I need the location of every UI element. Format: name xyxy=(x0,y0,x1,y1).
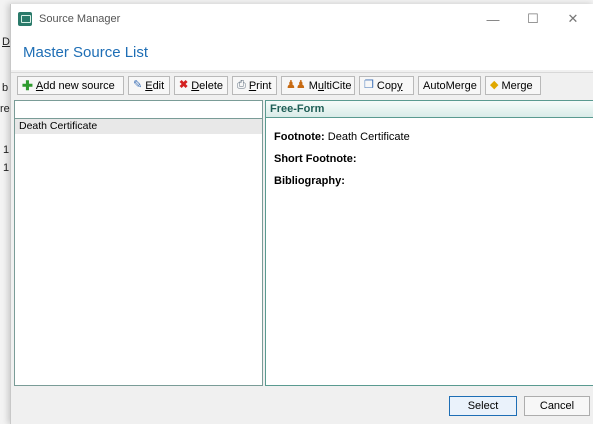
app-icon xyxy=(18,12,32,26)
select-button[interactable]: Select xyxy=(449,396,517,416)
multicite-button[interactable]: ♟♟ MultiCite xyxy=(281,76,355,95)
short-footnote-label: Short Footnote: xyxy=(274,153,357,165)
people-icon: ♟♟ xyxy=(286,79,306,91)
merge-diamond-icon: ◆ xyxy=(490,79,499,91)
merge-label: Merge xyxy=(501,79,533,92)
delete-label: Delete xyxy=(191,79,224,92)
toolbar: ✚ Add new source ✎ Edit ✖ Delete ⎙ Print… xyxy=(11,72,593,99)
source-list-panel[interactable]: Death Certificate xyxy=(14,100,263,386)
print-button[interactable]: ⎙ Print xyxy=(232,76,277,95)
pencil-icon: ✎ xyxy=(133,79,143,91)
background-fragment: re xyxy=(0,103,10,115)
list-item[interactable]: Death Certificate xyxy=(15,119,262,134)
copy-icon: ❐ xyxy=(364,79,374,91)
plus-icon: ✚ xyxy=(22,78,33,93)
background-fragment: 1 xyxy=(3,144,10,156)
short-footnote-field: Short Footnote: xyxy=(274,153,356,165)
merge-button[interactable]: ◆ Merge xyxy=(485,76,541,95)
dialog-footer: Select Cancel xyxy=(11,388,593,424)
title-bar[interactable]: Source Manager — ☐ ✕ xyxy=(11,4,593,34)
page-title: Master Source List xyxy=(23,44,149,61)
bibliography-label: Bibliography: xyxy=(274,175,345,187)
add-new-source-button[interactable]: ✚ Add new source xyxy=(17,76,124,95)
background-fragment: D xyxy=(2,36,10,48)
automerge-button[interactable]: AutoMerge xyxy=(418,76,481,95)
copy-button[interactable]: ❐ Copy xyxy=(359,76,414,95)
multicite-label: MultiCite xyxy=(308,79,352,92)
footnote-value: Death Certificate xyxy=(327,131,410,143)
print-label: Print xyxy=(248,79,272,92)
footnote-label: Footnote: xyxy=(274,131,325,143)
maximize-button[interactable]: ☐ xyxy=(513,4,553,34)
source-list-header[interactable] xyxy=(15,101,262,119)
delete-x-icon: ✖ xyxy=(179,79,189,91)
bibliography-field: Bibliography: xyxy=(274,175,345,187)
copy-label: Copy xyxy=(376,79,403,92)
source-details-panel: Free-Form Footnote: Death Certificate Sh… xyxy=(265,100,593,386)
add-new-source-label: Add new source xyxy=(35,79,115,92)
background-fragment: 1 xyxy=(3,162,10,174)
delete-button[interactable]: ✖ Delete xyxy=(174,76,228,95)
printer-icon: ⎙ xyxy=(237,79,246,91)
cancel-button[interactable]: Cancel xyxy=(524,396,590,416)
background-fragment: b xyxy=(2,82,9,94)
source-manager-window: Source Manager — ☐ ✕ Master Source List … xyxy=(10,4,593,424)
window-title: Source Manager xyxy=(39,13,121,25)
header: Master Source List xyxy=(11,34,593,70)
edit-label: Edit xyxy=(145,79,165,92)
close-button[interactable]: ✕ xyxy=(553,4,593,34)
automerge-label: AutoMerge xyxy=(423,79,477,92)
footnote-field: Footnote: Death Certificate xyxy=(274,131,410,143)
source-type-header: Free-Form xyxy=(266,101,593,118)
edit-button[interactable]: ✎ Edit xyxy=(128,76,170,95)
minimize-button[interactable]: — xyxy=(473,4,513,34)
